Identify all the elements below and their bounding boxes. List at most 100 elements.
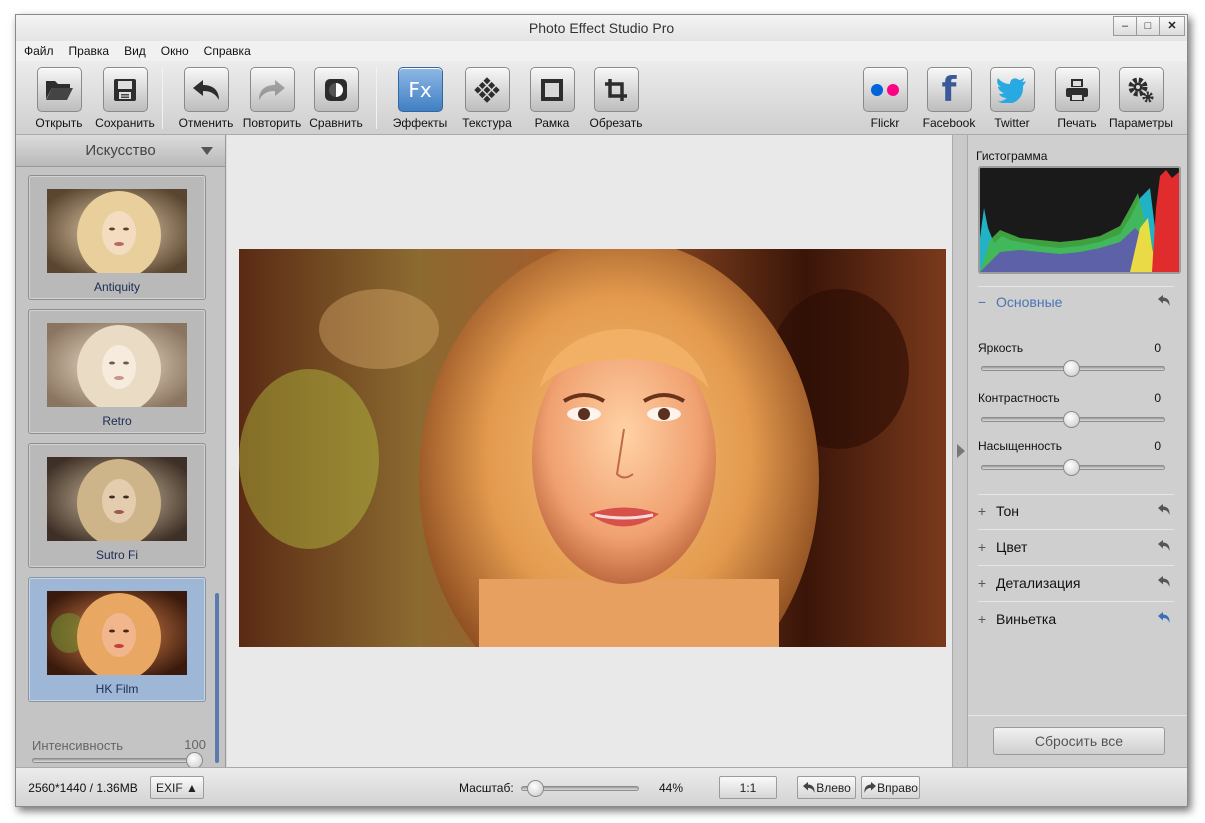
redo-button[interactable]: Повторить bbox=[239, 67, 305, 130]
gear-icon bbox=[1118, 67, 1164, 112]
frame-button[interactable]: Рамка bbox=[519, 67, 585, 130]
open-label: Открыть bbox=[35, 116, 83, 130]
saturation-label: Насыщенность bbox=[978, 439, 1063, 453]
minimize-button[interactable]: – bbox=[1113, 16, 1137, 36]
section-divider bbox=[968, 715, 1187, 716]
facebook-icon: f bbox=[926, 67, 972, 112]
reset-all-button[interactable]: Сбросить все bbox=[993, 727, 1165, 755]
rotate-right-label: Вправо bbox=[877, 780, 918, 795]
reset-arrow-icon[interactable] bbox=[1157, 575, 1171, 594]
compare-label: Сравнить bbox=[309, 116, 363, 130]
exif-button[interactable]: EXIF ▲ bbox=[150, 776, 204, 799]
reset-arrow-icon[interactable] bbox=[1157, 294, 1171, 313]
undo-button[interactable]: Отменить bbox=[173, 67, 239, 130]
section-tone-title: Тон bbox=[996, 503, 1019, 519]
texture-label: Текстура bbox=[462, 116, 512, 130]
menu-edit[interactable]: Правка bbox=[69, 44, 110, 58]
reset-arrow-icon[interactable] bbox=[1157, 611, 1171, 630]
flickr-label: Flickr bbox=[870, 116, 900, 130]
twitter-button[interactable]: Twitter bbox=[979, 67, 1045, 130]
image-info: 2560*1440 / 1.36MB bbox=[28, 781, 138, 795]
floppy-disk-icon bbox=[102, 67, 148, 112]
menu-file[interactable]: Файл bbox=[24, 44, 54, 58]
print-label: Печать bbox=[1057, 116, 1097, 130]
rotate-left-button[interactable]: Влево bbox=[797, 776, 856, 799]
settings-label: Параметры bbox=[1109, 116, 1173, 130]
section-detail-header[interactable]: + Детализация bbox=[968, 566, 1187, 600]
crop-button[interactable]: Обрезать bbox=[583, 67, 649, 130]
menu-bar: Файл Правка Вид Окно Справка bbox=[16, 41, 1187, 61]
intensity-control: Интенсивность 100 bbox=[32, 737, 206, 769]
menu-window[interactable]: Окно bbox=[161, 44, 189, 58]
section-color-header[interactable]: + Цвет bbox=[968, 530, 1187, 564]
effect-item-name: Retro bbox=[102, 414, 132, 428]
app-window: Photo Effect Studio Pro – □ ✕ Файл Правк… bbox=[15, 14, 1188, 807]
status-bar: 2560*1440 / 1.36MB EXIF ▲ Масштаб: 44% 1… bbox=[16, 767, 1187, 806]
compare-button[interactable]: Сравнить bbox=[303, 67, 369, 130]
window-title: Photo Effect Studio Pro bbox=[528, 20, 675, 36]
effect-item-name: HK Film bbox=[95, 682, 139, 696]
expand-plus-icon: + bbox=[977, 503, 987, 519]
fx-icon: Fx bbox=[397, 67, 443, 112]
texture-icon bbox=[464, 67, 510, 112]
section-vignette-header[interactable]: + Виньетка bbox=[968, 602, 1187, 636]
section-tone-header[interactable]: + Тон bbox=[968, 494, 1187, 528]
menu-view[interactable]: Вид bbox=[124, 44, 146, 58]
effects-scrollbar[interactable] bbox=[215, 593, 219, 763]
effect-item-retro[interactable]: Retro bbox=[28, 309, 206, 434]
printer-icon bbox=[1054, 67, 1100, 112]
fx-icon-text: Fx bbox=[408, 77, 432, 102]
brightness-label: Яркость bbox=[978, 341, 1024, 355]
reset-arrow-icon[interactable] bbox=[1157, 503, 1171, 522]
effect-thumbnail bbox=[47, 189, 187, 273]
effect-item-antiquity[interactable]: Antiquity bbox=[28, 175, 206, 300]
undo-label: Отменить bbox=[178, 116, 234, 130]
photo-preview bbox=[239, 249, 946, 647]
print-button[interactable]: Печать bbox=[1044, 67, 1110, 130]
open-button[interactable]: Открыть bbox=[26, 67, 92, 130]
contrast-value: 0 bbox=[1154, 391, 1161, 405]
effect-item-name: Sutro Fi bbox=[95, 548, 138, 562]
collapse-minus-icon: − bbox=[977, 294, 987, 310]
maximize-button[interactable]: □ bbox=[1136, 16, 1160, 36]
effect-thumbnail bbox=[47, 323, 187, 407]
rotate-left-label: Влево bbox=[816, 780, 851, 795]
effect-item-hk-film[interactable]: HK Film bbox=[28, 577, 206, 702]
zoom-slider-knob[interactable] bbox=[527, 780, 544, 797]
facebook-button[interactable]: f Facebook bbox=[916, 67, 982, 130]
histogram-label: Гистограмма bbox=[976, 149, 1048, 163]
histogram bbox=[978, 166, 1181, 274]
toolbar-separator bbox=[162, 67, 163, 129]
settings-button[interactable]: Параметры bbox=[1108, 67, 1174, 130]
panel-collapse-toggle[interactable] bbox=[952, 135, 968, 767]
effects-category-dropdown[interactable]: Искусство bbox=[16, 135, 225, 167]
flickr-button[interactable]: Flickr bbox=[852, 67, 918, 130]
expand-plus-icon: + bbox=[977, 539, 987, 555]
texture-button[interactable]: Текстура bbox=[454, 67, 520, 130]
twitter-bird-icon bbox=[989, 67, 1035, 112]
effect-item-sutro-fi[interactable]: Sutro Fi bbox=[28, 443, 206, 568]
frame-icon bbox=[529, 67, 575, 112]
image-canvas[interactable] bbox=[227, 135, 952, 767]
expand-plus-icon: + bbox=[977, 611, 987, 627]
frame-label: Рамка bbox=[534, 116, 570, 130]
saturation-slider-knob[interactable] bbox=[1063, 459, 1080, 476]
flickr-icon bbox=[862, 67, 908, 112]
title-bar: Photo Effect Studio Pro – □ ✕ bbox=[16, 15, 1187, 41]
chevron-down-icon bbox=[201, 147, 213, 155]
rotate-right-button[interactable]: Вправо bbox=[861, 776, 920, 799]
section-basic-title: Основные bbox=[996, 294, 1063, 310]
actual-size-button[interactable]: 1:1 bbox=[719, 776, 777, 799]
rotate-right-icon bbox=[864, 781, 877, 793]
section-detail-title: Детализация bbox=[996, 575, 1081, 591]
section-basic-header[interactable]: − Основные bbox=[968, 285, 1187, 319]
contrast-slider-knob[interactable] bbox=[1063, 411, 1080, 428]
save-button[interactable]: Сохранить bbox=[92, 67, 158, 130]
brightness-slider-knob[interactable] bbox=[1063, 360, 1080, 377]
effects-button[interactable]: Fx Эффекты bbox=[387, 67, 453, 130]
reset-arrow-icon[interactable] bbox=[1157, 539, 1171, 558]
menu-help[interactable]: Справка bbox=[204, 44, 251, 58]
close-button[interactable]: ✕ bbox=[1159, 16, 1185, 36]
intensity-slider[interactable] bbox=[32, 758, 202, 763]
effect-thumbnail bbox=[47, 457, 187, 541]
